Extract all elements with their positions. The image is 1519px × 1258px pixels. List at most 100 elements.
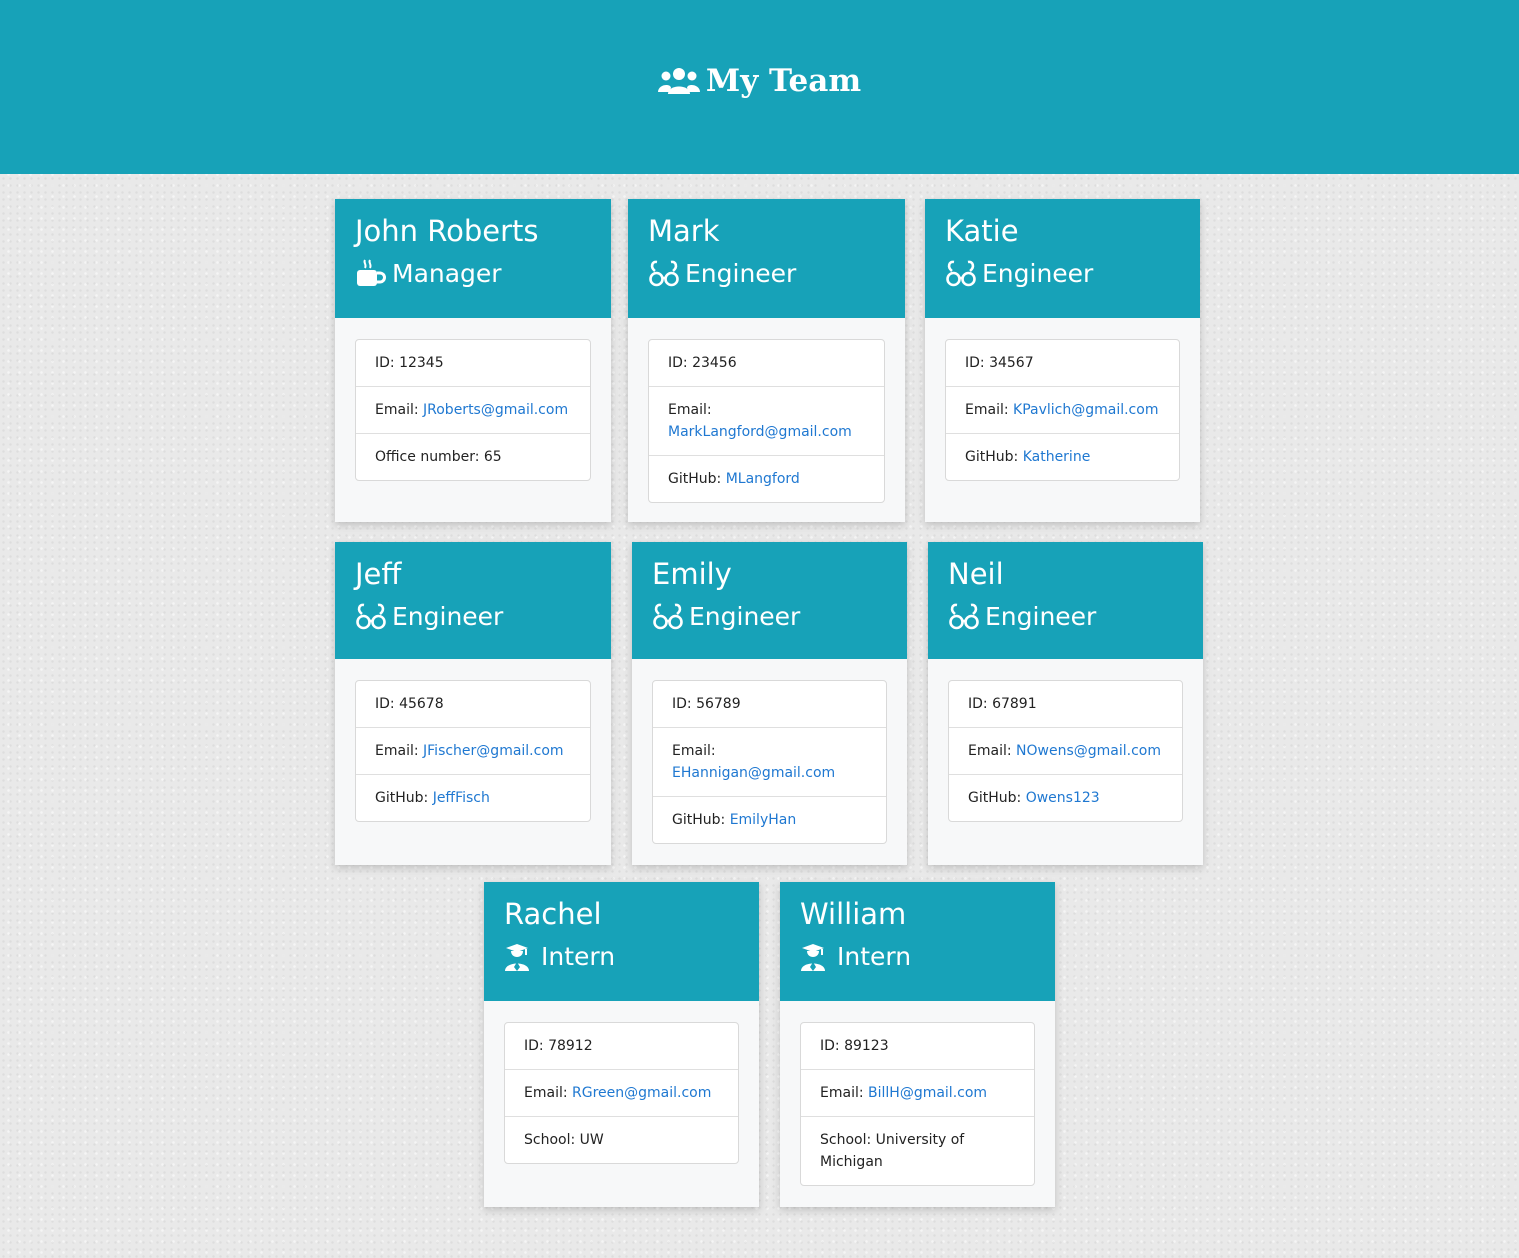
email-link[interactable]: RGreen@gmail.com bbox=[572, 1085, 711, 1101]
coffee-icon bbox=[357, 259, 386, 286]
employee-role: Intern bbox=[504, 939, 739, 975]
github-label: GitHub: bbox=[968, 790, 1026, 806]
employee-card: Rachel Intern ID: 78912 Email: RGreen@gm… bbox=[484, 882, 759, 1207]
id-item: ID: 34567 bbox=[946, 340, 1179, 387]
employee-card: Katie Engineer ID: 34567 Email: KPavlich… bbox=[925, 199, 1200, 522]
email-item: Email: BillH@gmail.com bbox=[801, 1070, 1034, 1117]
email-item: Email: JRoberts@gmail.com bbox=[356, 387, 590, 434]
card-header: Neil Engineer bbox=[928, 542, 1203, 659]
card-header: Emily Engineer bbox=[632, 542, 907, 659]
card-header: Katie Engineer bbox=[925, 199, 1200, 318]
github-link[interactable]: Katherine bbox=[1023, 449, 1091, 465]
github-item: GitHub: Owens123 bbox=[949, 775, 1182, 821]
id-label: ID: bbox=[965, 355, 990, 371]
role-label: Intern bbox=[541, 942, 616, 971]
id-value: 56789 bbox=[696, 696, 741, 712]
school-label: School: bbox=[524, 1132, 580, 1148]
employee-card: William Intern ID: 89123 Email: BillH@gm… bbox=[780, 882, 1055, 1207]
card-body: ID: 12345 Email: JRoberts@gmail.com Offi… bbox=[335, 318, 611, 501]
info-list: ID: 89123 Email: BillH@gmail.com School:… bbox=[800, 1022, 1035, 1186]
glasses-icon bbox=[649, 260, 679, 287]
github-item: GitHub: MLangford bbox=[649, 456, 884, 502]
email-label: Email: bbox=[375, 743, 424, 759]
school-item: School: UW bbox=[505, 1117, 738, 1163]
glasses-icon bbox=[356, 603, 386, 630]
card-body: ID: 34567 Email: KPavlich@gmail.com GitH… bbox=[925, 318, 1200, 501]
office-number-label: Office number: bbox=[375, 449, 484, 465]
card-body: ID: 78912 Email: RGreen@gmail.com School… bbox=[484, 1001, 759, 1184]
card-body: ID: 56789 Email: EHannigan@gmail.com Git… bbox=[632, 659, 907, 864]
id-value: 12345 bbox=[399, 355, 444, 371]
github-link[interactable]: MLangford bbox=[726, 471, 800, 487]
info-list: ID: 67891 Email: NOwens@gmail.com GitHub… bbox=[948, 680, 1183, 822]
employee-name: Emily bbox=[652, 557, 732, 591]
role-label: Intern bbox=[837, 942, 912, 971]
info-list: ID: 12345 Email: JRoberts@gmail.com Offi… bbox=[355, 339, 591, 481]
email-item: Email: NOwens@gmail.com bbox=[949, 728, 1182, 775]
id-item: ID: 67891 bbox=[949, 681, 1182, 728]
email-label: Email: bbox=[672, 743, 716, 759]
page-title: My Team bbox=[705, 63, 862, 99]
employee-card: Mark Engineer ID: 23456 Email: MarkLangf… bbox=[628, 199, 905, 522]
email-link[interactable]: BillH@gmail.com bbox=[868, 1085, 987, 1101]
id-item: ID: 45678 bbox=[356, 681, 590, 728]
info-list: ID: 56789 Email: EHannigan@gmail.com Git… bbox=[652, 680, 887, 844]
role-label: Engineer bbox=[689, 602, 801, 631]
id-item: ID: 78912 bbox=[505, 1023, 738, 1070]
id-value: 34567 bbox=[989, 355, 1034, 371]
id-item: ID: 12345 bbox=[356, 340, 590, 387]
employee-name: William bbox=[800, 897, 907, 931]
email-item: Email: RGreen@gmail.com bbox=[505, 1070, 738, 1117]
github-link[interactable]: EmilyHan bbox=[730, 812, 797, 828]
github-item: GitHub: EmilyHan bbox=[653, 797, 886, 843]
employee-name: Mark bbox=[648, 214, 720, 248]
id-label: ID: bbox=[524, 1038, 549, 1054]
id-value: 89123 bbox=[844, 1038, 889, 1054]
info-list: ID: 78912 Email: RGreen@gmail.com School… bbox=[504, 1022, 739, 1164]
employee-role: Engineer bbox=[355, 599, 591, 635]
email-item: Email: JFischer@gmail.com bbox=[356, 728, 590, 775]
github-label: GitHub: bbox=[375, 790, 433, 806]
employee-name: Neil bbox=[948, 557, 1004, 591]
info-list: ID: 23456 Email: MarkLangford@gmail.com … bbox=[648, 339, 885, 503]
card-header: Mark Engineer bbox=[628, 199, 905, 318]
github-label: GitHub: bbox=[668, 471, 726, 487]
employee-role: Intern bbox=[800, 939, 1035, 975]
id-label: ID: bbox=[672, 696, 697, 712]
role-label: Engineer bbox=[985, 602, 1097, 631]
email-item: Email: EHannigan@gmail.com bbox=[653, 728, 886, 797]
email-link[interactable]: MarkLangford@gmail.com bbox=[668, 424, 852, 440]
employee-role: Engineer bbox=[948, 599, 1183, 635]
github-link[interactable]: Owens123 bbox=[1026, 790, 1100, 806]
id-value: 23456 bbox=[692, 355, 737, 371]
email-link[interactable]: KPavlich@gmail.com bbox=[1013, 402, 1158, 418]
email-link[interactable]: NOwens@gmail.com bbox=[1016, 743, 1161, 759]
email-label: Email: bbox=[375, 402, 424, 418]
employee-card: Emily Engineer ID: 56789 Email: EHanniga… bbox=[632, 542, 907, 865]
github-label: GitHub: bbox=[965, 449, 1023, 465]
office-number-value: 65 bbox=[483, 449, 502, 465]
github-link[interactable]: JeffFisch bbox=[433, 790, 490, 806]
role-label: Manager bbox=[392, 259, 502, 288]
school-value: UW bbox=[579, 1132, 604, 1148]
id-label: ID: bbox=[668, 355, 693, 371]
card-body: ID: 89123 Email: BillH@gmail.com School:… bbox=[780, 1001, 1055, 1206]
id-item: ID: 56789 bbox=[653, 681, 886, 728]
card-body: ID: 23456 Email: MarkLangford@gmail.com … bbox=[628, 318, 905, 523]
school-item: School: University of Michigan bbox=[801, 1117, 1034, 1185]
employee-name: John Roberts bbox=[355, 214, 539, 248]
graduate-icon bbox=[505, 944, 529, 971]
github-item: GitHub: Katherine bbox=[946, 434, 1179, 480]
glasses-icon bbox=[653, 603, 683, 630]
email-link[interactable]: JRoberts@gmail.com bbox=[423, 402, 568, 418]
email-link[interactable]: EHannigan@gmail.com bbox=[672, 765, 835, 781]
id-item: ID: 89123 bbox=[801, 1023, 1034, 1070]
employee-role: Engineer bbox=[652, 599, 887, 635]
id-value: 78912 bbox=[548, 1038, 593, 1054]
role-label: Engineer bbox=[685, 259, 797, 288]
school-label: School: bbox=[820, 1132, 876, 1148]
id-label: ID: bbox=[968, 696, 993, 712]
users-icon bbox=[657, 68, 700, 94]
email-link[interactable]: JFischer@gmail.com bbox=[423, 743, 564, 759]
header-title-group: My Team bbox=[657, 63, 862, 99]
